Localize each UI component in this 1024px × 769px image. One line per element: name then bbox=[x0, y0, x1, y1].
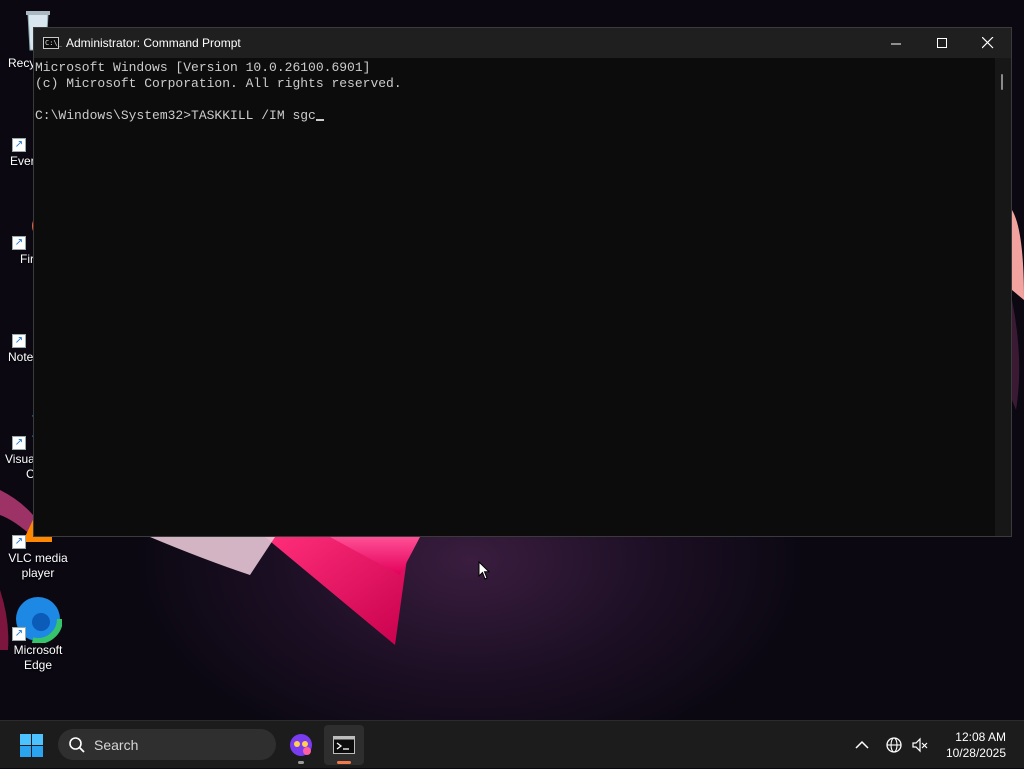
window-titlebar[interactable]: C:\_ Administrator: Command Prompt bbox=[34, 28, 1011, 58]
desktop-icon-edge[interactable]: ↗ Microsoft Edge bbox=[0, 594, 76, 673]
text-cursor bbox=[315, 119, 324, 121]
speaker-muted-icon bbox=[912, 737, 928, 753]
language-network-button[interactable] bbox=[882, 721, 906, 769]
clock-date: 10/28/2025 bbox=[945, 746, 1006, 760]
terminal-line: Microsoft Windows [Version 10.0.26100.69… bbox=[35, 60, 371, 75]
shortcut-arrow-icon: ↗ bbox=[12, 334, 26, 348]
minimize-icon bbox=[890, 43, 901, 44]
minimize-button[interactable] bbox=[873, 28, 919, 58]
taskbar-app-copilot[interactable] bbox=[281, 725, 321, 765]
cmd-app-icon: C:\_ bbox=[43, 37, 62, 49]
show-hidden-icons-button[interactable] bbox=[850, 721, 874, 769]
command-prompt-window[interactable]: C:\_ Administrator: Command Prompt Micro… bbox=[33, 27, 1012, 537]
shortcut-arrow-icon: ↗ bbox=[12, 535, 26, 549]
window-title: Administrator: Command Prompt bbox=[66, 36, 241, 50]
desktop-icon-label: VLC media bbox=[8, 551, 68, 565]
shortcut-arrow-icon: ↗ bbox=[12, 236, 26, 250]
start-button[interactable] bbox=[20, 734, 43, 757]
volume-button[interactable] bbox=[908, 721, 932, 769]
close-icon bbox=[982, 37, 994, 49]
clock-time: 12:08 AM bbox=[955, 730, 1006, 744]
terminal-command-input[interactable]: TASKKILL /IM sgc bbox=[191, 108, 316, 123]
scrollbar-thumb[interactable] bbox=[1001, 74, 1003, 90]
vertical-scrollbar[interactable] bbox=[995, 58, 1011, 536]
close-button[interactable] bbox=[965, 28, 1011, 58]
terminal-line: (c) Microsoft Corporation. All rights re… bbox=[35, 76, 402, 91]
taskbar-search-box[interactable]: Search bbox=[58, 729, 276, 760]
app-running-indicator bbox=[298, 761, 304, 764]
taskbar-clock[interactable]: 12:08 AM 10/28/2025 bbox=[946, 729, 1006, 761]
copilot-app-icon bbox=[290, 734, 312, 756]
globe-network-icon bbox=[886, 737, 902, 753]
search-icon bbox=[69, 736, 85, 753]
maximize-button[interactable] bbox=[919, 28, 965, 58]
edge-icon: ↗ bbox=[12, 594, 63, 644]
desktop-icon-label: player bbox=[21, 566, 55, 580]
mouse-pointer-icon bbox=[478, 560, 492, 586]
command-prompt-app-icon bbox=[333, 736, 355, 754]
shortcut-arrow-icon: ↗ bbox=[12, 138, 26, 152]
windows-logo-icon bbox=[20, 734, 43, 757]
search-placeholder: Search bbox=[94, 736, 139, 753]
terminal-line: ​ bbox=[35, 92, 995, 108]
shortcut-arrow-icon: ↗ bbox=[12, 627, 26, 641]
terminal-prompt: C:\Windows\System32> bbox=[35, 108, 192, 123]
maximize-icon bbox=[936, 37, 947, 48]
desktop-icon-label: Microsoft bbox=[13, 643, 63, 657]
desktop-icon-label: Edge bbox=[23, 658, 53, 672]
terminal-output[interactable]: Microsoft Windows [Version 10.0.26100.69… bbox=[34, 58, 995, 536]
taskbar: Search 12:08 AM 10/28/2025 bbox=[0, 720, 1024, 768]
app-active-indicator bbox=[337, 761, 351, 764]
taskbar-app-command-prompt[interactable] bbox=[324, 725, 364, 765]
terminal-prompt-line[interactable]: C:\Windows\System32>TASKKILL /IM sgc bbox=[35, 108, 995, 124]
chevron-up-icon bbox=[855, 740, 869, 749]
shortcut-arrow-icon: ↗ bbox=[12, 436, 26, 450]
